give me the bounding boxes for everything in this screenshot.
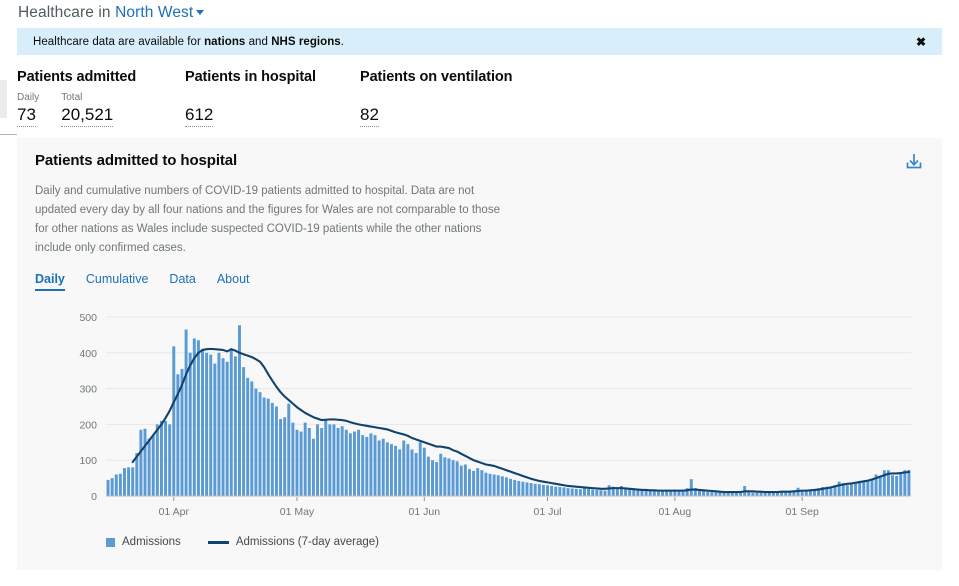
card-description: Daily and cumulative numbers of COVID-19… — [35, 185, 500, 254]
metric-title: Patients admitted — [17, 69, 137, 85]
metric-values: 82 — [360, 92, 660, 127]
metric-value-column: 612 — [185, 92, 214, 127]
metric-values: Daily 73 Total 20,521 — [17, 92, 185, 127]
y-axis-tick-label: 400 — [79, 348, 97, 360]
download-icon[interactable] — [900, 148, 928, 176]
x-axis-tick-label: 01 Aug — [658, 506, 691, 518]
banner-text-before: Healthcare data are available for — [33, 35, 205, 48]
left-divider — [0, 134, 17, 135]
metric-values: 612 — [185, 92, 360, 127]
y-axis-tick-label: 500 — [79, 312, 97, 324]
metric-card: Patients on ventilation 82 — [360, 60, 660, 133]
tab-data[interactable]: Data — [169, 272, 195, 291]
legend-label: Admissions (7-day average) — [235, 536, 379, 548]
legend-item: Admissions (7-day average) — [207, 536, 379, 548]
x-axis-tick-label: 01 Jul — [534, 506, 562, 518]
tab-cumulative[interactable]: Cumulative — [86, 272, 149, 291]
x-axis-tick-label: 01 May — [280, 506, 315, 518]
banner-text-middle: and — [245, 35, 272, 48]
metric-value-column: Daily 73 — [17, 92, 39, 127]
metric-value-column: 82 — [360, 92, 379, 127]
chart-legend: Admissions Admissions (7-day average) — [35, 536, 924, 548]
left-rail-stub — [0, 80, 7, 118]
x-axis-tick-label: 01 Apr — [159, 506, 190, 518]
metric-value[interactable]: 82 — [360, 105, 379, 127]
x-axis-tick-label: 01 Jun — [409, 506, 441, 518]
metric-value-label: Total — [61, 92, 83, 103]
legend-item: Admissions — [106, 536, 181, 548]
admissions-chart: 0 100 200 300 400 500 01 Apr 01 May 01 Jun 01 Jul… — [35, 309, 923, 524]
y-axis-tick-label: 200 — [79, 419, 97, 431]
location-label: North West — [115, 4, 194, 21]
info-banner-text: Healthcare data are available for nation… — [17, 36, 344, 48]
tab-daily[interactable]: Daily — [35, 272, 65, 291]
legend-swatch-icon — [106, 537, 115, 547]
metric-title: Patients on ventilation — [360, 69, 513, 85]
metrics-strip: Patients admitted Daily 73 Total 20,521 Patie… — [17, 60, 942, 133]
metric-card: Patients in hospital 612 — [185, 60, 360, 133]
banner-link-nhs-regions[interactable]: NHS regions — [271, 36, 341, 48]
banner-link-nations[interactable]: nations — [204, 36, 245, 48]
y-axis-tick-label: 100 — [79, 455, 97, 467]
close-icon[interactable]: ✖ — [916, 36, 942, 48]
page-title: Healthcare in North West — [0, 0, 959, 28]
metric-value[interactable]: 20,521 — [61, 105, 114, 127]
banner-text-after: . — [340, 35, 344, 48]
page-title-prefix: Healthcare in — [18, 4, 111, 21]
metric-title: Patients in hospital — [185, 69, 316, 85]
chevron-down-icon — [196, 10, 205, 15]
metric-value-label: Daily — [17, 92, 40, 103]
chart-card: Patients admitted to hospital Daily and … — [17, 138, 942, 570]
x-axis-tick-label: 01 Sep — [786, 506, 819, 518]
legend-line-icon — [207, 540, 229, 544]
metric-value[interactable]: 612 — [185, 105, 214, 127]
metric-card: Patients admitted Daily 73 Total 20,521 — [17, 60, 185, 133]
legend-label: Admissions — [122, 536, 181, 548]
location-selector[interactable]: North West — [115, 4, 205, 21]
card-title: Patients admitted to hospital — [35, 152, 238, 169]
y-axis-tick-label: 300 — [79, 384, 97, 396]
y-axis-tick-label: 0 — [91, 491, 97, 503]
metric-value-column: Total 20,521 — [61, 92, 114, 127]
chart-svg: 0 100 200 300 400 500 01 Apr 01 May 01 Jun 01 Jul… — [79, 312, 911, 518]
metric-value[interactable]: 73 — [17, 105, 36, 127]
card-tabs: Daily Cumulative Data About — [35, 272, 924, 291]
info-banner: Healthcare data are available for nation… — [17, 28, 942, 55]
tab-about[interactable]: About — [217, 272, 250, 291]
